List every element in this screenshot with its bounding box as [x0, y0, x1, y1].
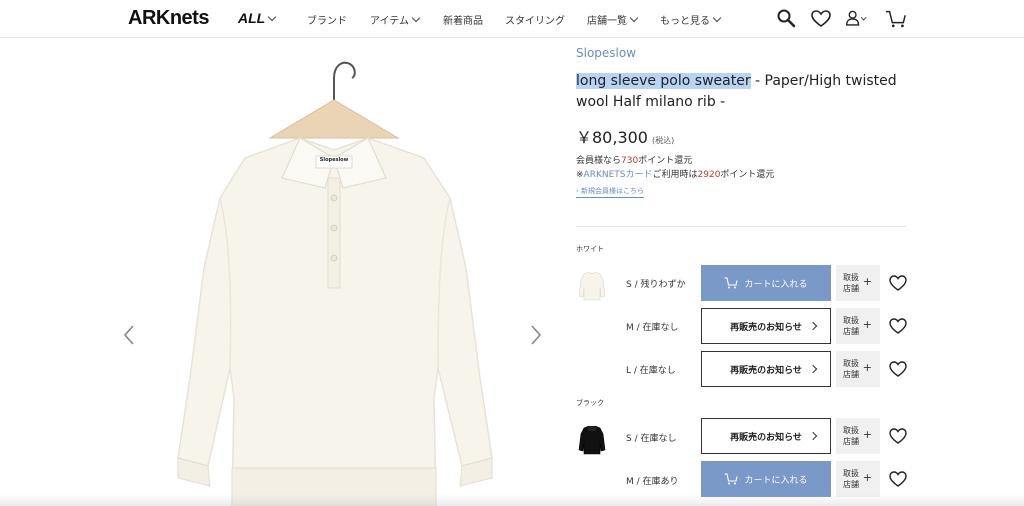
points-value: 730 [621, 156, 639, 166]
nav-new-arrivals-label: 新着商品 [443, 16, 483, 27]
cart-icon[interactable] [885, 8, 907, 30]
nav-more-label: もっと見る [660, 16, 710, 27]
plus-icon: + [862, 428, 872, 441]
nav-new-arrivals[interactable]: 新着商品 [443, 12, 483, 27]
product-image-carousel: Slopeslow [120, 38, 550, 506]
chevron-right-icon [808, 321, 818, 331]
store-label-2: 店舗 [843, 480, 859, 489]
add-to-cart-button[interactable]: カートに入れる [701, 265, 831, 301]
nav-styling[interactable]: スタイリング [505, 12, 565, 27]
bottom-shadow [0, 494, 1024, 506]
color-label-black: ブラック [576, 399, 604, 407]
plus-icon: + [862, 275, 872, 288]
heart-icon[interactable] [888, 469, 908, 489]
points-text: ご利用時は [652, 170, 698, 180]
add-to-cart-label: カートに入れる [744, 279, 808, 290]
site-header: ARKnets ALL ブランド アイテム 新着商品 スタイリング 店舗一覧 も… [0, 0, 1024, 38]
product-title-highlight: long sleeve polo sweater [576, 73, 751, 89]
restock-notify-button[interactable]: 再販売のお知らせ [701, 418, 831, 454]
size-label: S / 残りわずか [626, 280, 686, 290]
product-title: long sleeve polo sweater - Paper/High tw… [576, 71, 916, 113]
nav-stores-label: 店舗一覧 [587, 16, 627, 27]
chevron-down-icon [411, 13, 421, 23]
plus-icon: + [862, 361, 872, 374]
size-label: L / 在庫なし [626, 366, 676, 376]
nav-stores[interactable]: 店舗一覧 [587, 12, 639, 27]
chevron-down-icon [267, 12, 277, 22]
chevron-right-icon[interactable] [529, 324, 543, 346]
nav-brand[interactable]: ブランド [307, 12, 347, 27]
new-member-label: 新規会員様はこちら [581, 187, 645, 195]
all-menu-label: ALL [238, 10, 266, 26]
brand-tag: Slopeslow [319, 157, 349, 163]
store-label-1: 取扱 [843, 273, 859, 282]
points-line-2: ※ARKNETSカードご利用時は2920ポイント還元 [576, 168, 774, 182]
restock-notify-button[interactable]: 再販売のお知らせ [701, 308, 831, 344]
chevron-right-icon [808, 431, 818, 441]
arknets-card-link[interactable]: ARKNETSカード [584, 170, 653, 180]
brand-link[interactable]: Slopeslow [576, 46, 636, 60]
size-label: M / 在庫あり [626, 477, 679, 487]
store-label-2: 店舗 [843, 370, 859, 379]
restock-notify-label: 再販売のお知らせ [730, 432, 802, 443]
points-text: ポイント還元 [638, 156, 693, 166]
points-text: ※ [576, 170, 584, 180]
points-text: ポイント還元 [720, 170, 775, 180]
heart-icon[interactable] [888, 316, 908, 336]
points-info: 会員様なら730ポイント還元 ※ARKNETSカードご利用時は2920ポイント還… [576, 154, 774, 182]
search-icon[interactable] [776, 8, 798, 30]
store-stock-button[interactable]: 取扱 店舗 + [836, 308, 880, 344]
card-points-value: 2920 [697, 170, 721, 180]
plus-icon: + [862, 471, 872, 484]
nav-brand-label: ブランド [307, 16, 347, 27]
store-stock-button[interactable]: 取扱 店舗 + [836, 265, 880, 301]
color-label-white: ホワイト [576, 245, 604, 253]
restock-notify-button[interactable]: 再販売のお知らせ [701, 351, 831, 387]
account-icon[interactable] [845, 8, 867, 30]
product-price: ￥80,300 (税込) [576, 124, 674, 148]
heart-icon[interactable] [888, 426, 908, 446]
heart-icon[interactable] [888, 273, 908, 293]
plus-icon: + [862, 318, 872, 331]
tax-note: (税込) [652, 136, 675, 145]
nav-item-label: アイテム [370, 16, 409, 27]
store-label-1: 取扱 [843, 316, 859, 325]
size-label: M / 在庫なし [626, 323, 679, 333]
cart-icon [724, 277, 739, 289]
store-stock-button[interactable]: 取扱 店舗 + [836, 461, 880, 497]
store-label-2: 店舗 [843, 437, 859, 446]
divider [576, 226, 906, 227]
store-stock-button[interactable]: 取扱 店舗 + [836, 351, 880, 387]
chevron-down-icon [712, 13, 722, 23]
black-swatch-thumbnail[interactable] [574, 420, 610, 456]
size-label: S / 在庫なし [626, 434, 677, 444]
store-label-1: 取扱 [843, 426, 859, 435]
chevron-right-icon [808, 364, 818, 374]
chevron-down-icon [629, 13, 639, 23]
store-stock-button[interactable]: 取扱 店舗 + [836, 418, 880, 454]
nav-more[interactable]: もっと見る [660, 12, 722, 27]
product-image[interactable] [120, 38, 550, 506]
restock-notify-label: 再販売のお知らせ [730, 365, 802, 376]
new-member-link[interactable]: › 新規会員様はこちら [576, 186, 645, 198]
chevron-left-icon[interactable] [122, 324, 136, 346]
add-to-cart-button[interactable]: カートに入れる [701, 461, 831, 497]
points-line-1: 会員様なら730ポイント還元 [576, 154, 774, 168]
add-to-cart-label: カートに入れる [744, 475, 808, 486]
site-logo[interactable]: ARKnets [128, 7, 209, 30]
white-swatch-thumbnail[interactable] [574, 266, 610, 302]
points-text: 会員様なら [576, 156, 622, 166]
store-label-1: 取扱 [843, 469, 859, 478]
nav-styling-label: スタイリング [505, 16, 565, 27]
store-label-2: 店舗 [843, 284, 859, 293]
price-value: ￥80,300 [576, 128, 648, 147]
heart-icon[interactable] [810, 8, 832, 30]
all-menu-button[interactable]: ALL [238, 10, 277, 26]
store-label-1: 取扱 [843, 359, 859, 368]
nav-item[interactable]: アイテム [370, 12, 421, 27]
cart-icon [724, 473, 739, 485]
heart-icon[interactable] [888, 359, 908, 379]
store-label-2: 店舗 [843, 327, 859, 336]
restock-notify-label: 再販売のお知らせ [730, 322, 802, 333]
